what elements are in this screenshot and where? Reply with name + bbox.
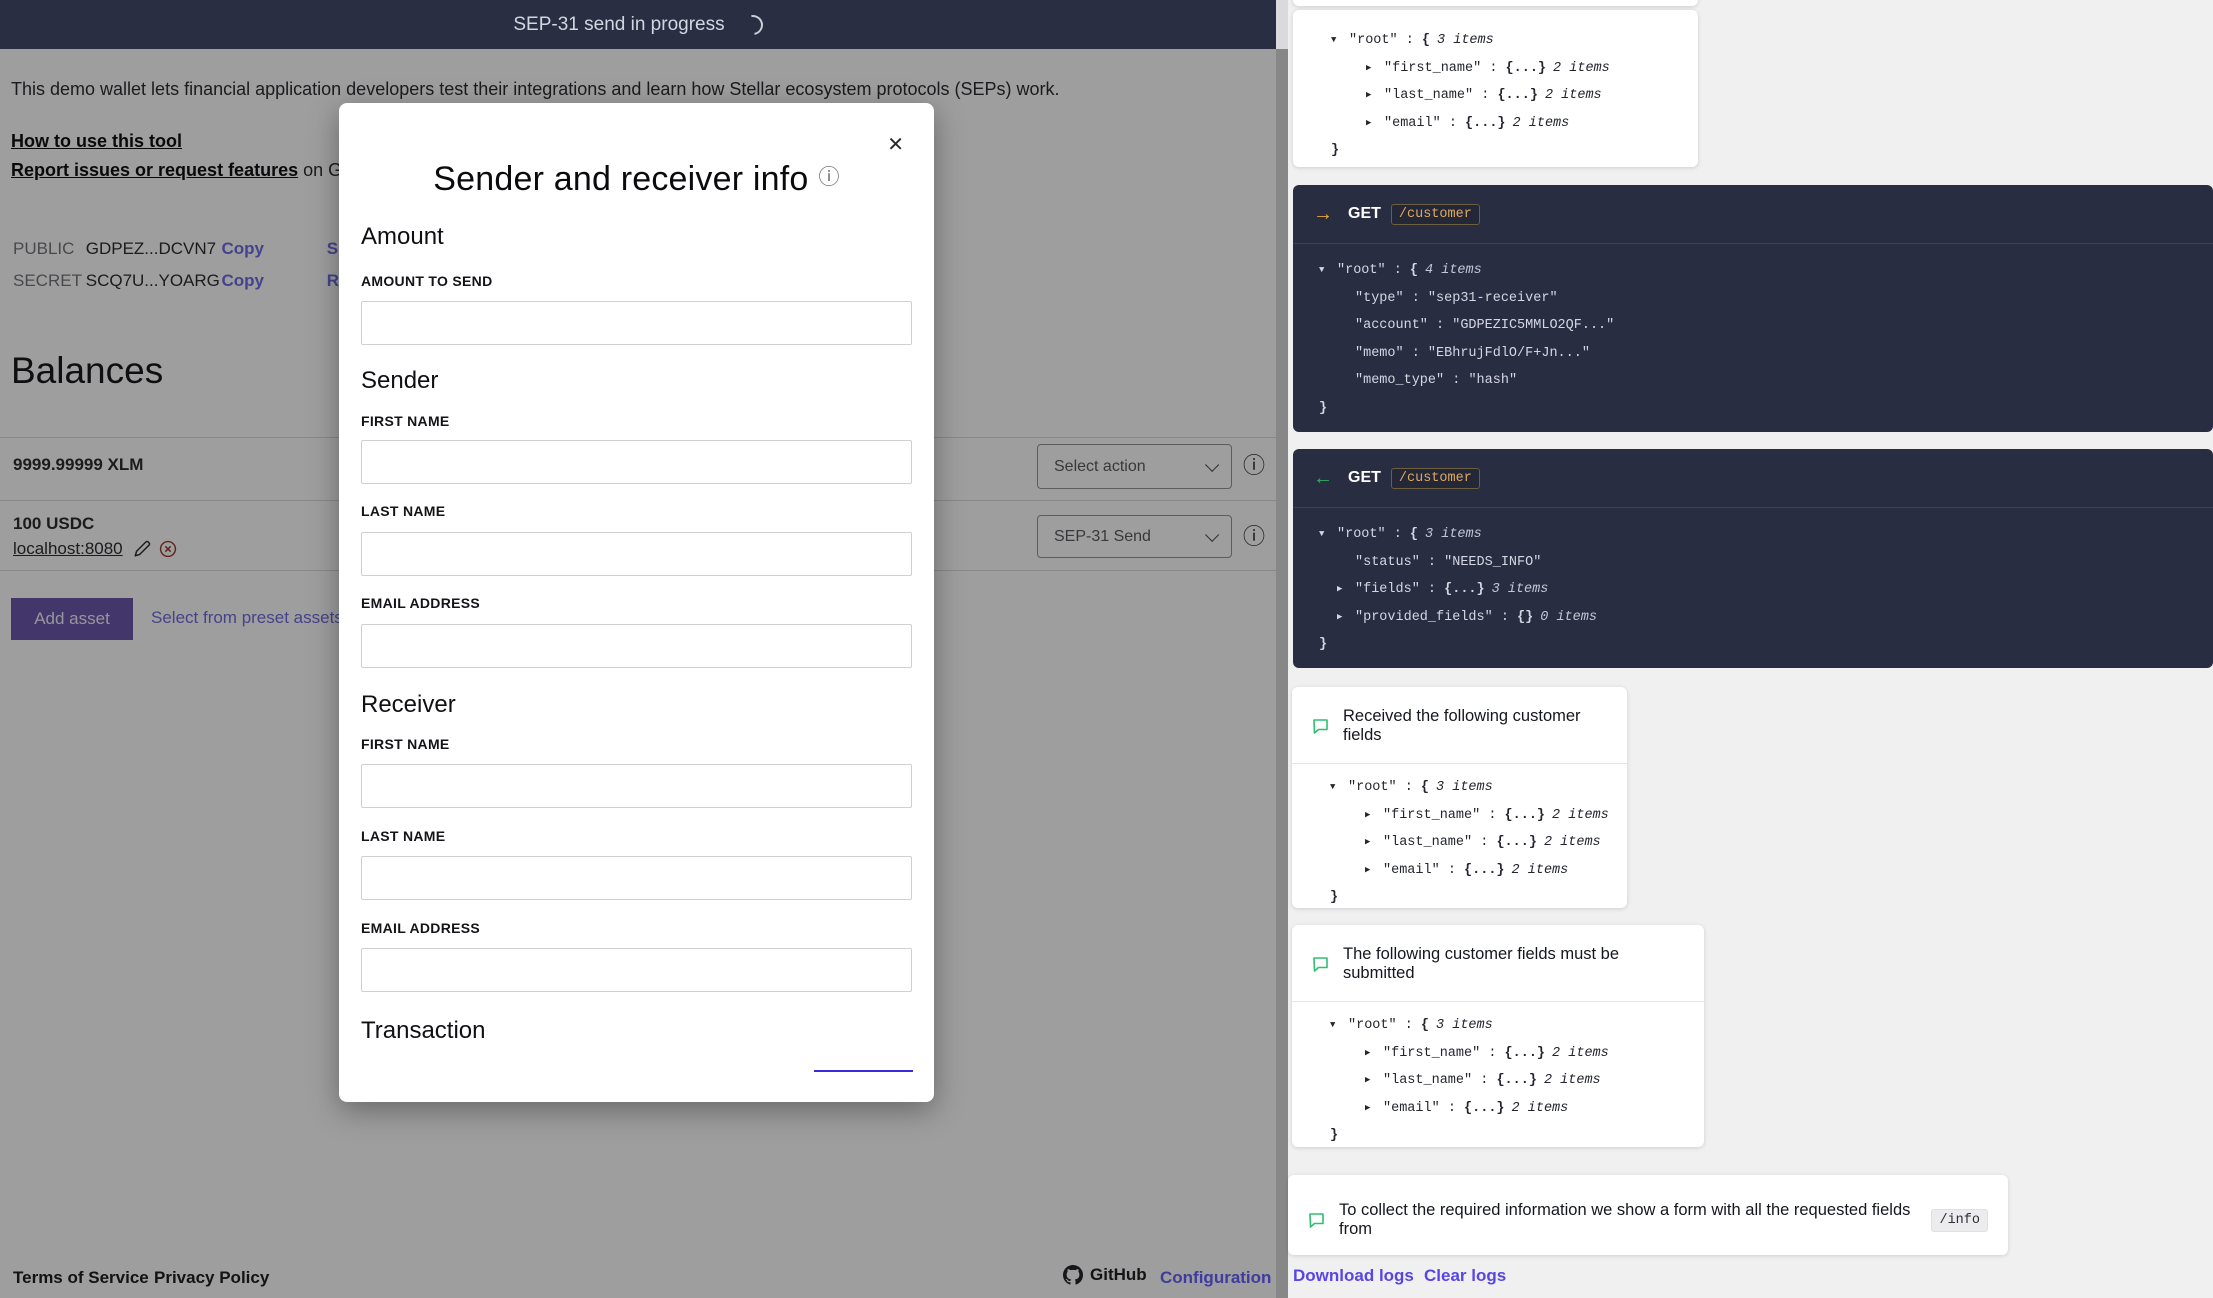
json-key: "root" (1337, 263, 1386, 278)
amount-to-send-label: AMOUNT TO SEND (361, 273, 493, 289)
amount-to-send-input[interactable] (361, 301, 912, 345)
receiver-email-label: EMAIL ADDRESS (361, 920, 480, 936)
collapse-icon[interactable] (1319, 521, 1337, 549)
log-message-text: Received the following customer fields (1343, 707, 1607, 745)
json-key: "account" (1355, 318, 1428, 333)
receiver-email-input[interactable] (361, 948, 912, 992)
incoming-request-arrow-icon: ← (1313, 468, 1333, 488)
json-close-brace: } (1310, 1122, 1686, 1150)
log-card-message-info: To collect the required information we s… (1288, 1175, 2008, 1255)
json-key: "root" (1348, 780, 1397, 795)
json-value: "hash" (1468, 373, 1517, 388)
receiver-first-name-label: FIRST NAME (361, 736, 450, 752)
request-method: GET (1348, 469, 1381, 487)
sender-last-name-label: LAST NAME (361, 503, 445, 519)
json-key: "provided_fields" (1355, 610, 1493, 625)
json-key: "last_name" (1384, 88, 1473, 103)
json-close-brace: } (1311, 395, 2195, 423)
json-key: "type" (1355, 291, 1404, 306)
expand-icon[interactable] (1366, 82, 1384, 110)
json-key: "last_name" (1383, 835, 1472, 850)
expand-icon[interactable] (1366, 110, 1384, 138)
request-path: /customer (1391, 204, 1480, 225)
json-value: "EBhrujFdlO/F+Jn..." (1428, 346, 1590, 361)
json-close-brace: } (1311, 137, 1680, 165)
json-key: "root" (1337, 527, 1386, 542)
expand-icon[interactable] (1337, 576, 1355, 604)
expand-icon[interactable] (1365, 857, 1383, 885)
transaction-section-heading: Transaction (361, 1017, 486, 1045)
request-path: /customer (1391, 468, 1480, 489)
previous-log-card-edge (1293, 0, 1698, 6)
title-info-icon[interactable]: ⓘ (819, 166, 840, 189)
receiver-section-heading: Receiver (361, 691, 456, 719)
chat-bubble-icon (1308, 1212, 1325, 1228)
expand-icon[interactable] (1365, 829, 1383, 857)
chat-bubble-icon (1312, 718, 1329, 734)
modal-title: Sender and receiver info ⓘ (339, 160, 934, 199)
expand-icon[interactable] (1337, 604, 1355, 632)
expand-icon[interactable] (1365, 1095, 1383, 1123)
status-text: SEP-31 send in progress (513, 14, 724, 36)
log-message-text: The following customer fields must be su… (1343, 945, 1684, 983)
close-icon[interactable]: ✕ (881, 131, 910, 158)
sender-last-name-input[interactable] (361, 532, 912, 576)
json-value: "sep31-receiver" (1428, 291, 1558, 306)
log-card-request-out: → GET /customer "root" : {4 items "type"… (1293, 185, 2213, 432)
json-key: "first_name" (1383, 1046, 1480, 1061)
sender-section-heading: Sender (361, 367, 438, 395)
collapse-icon[interactable] (1319, 257, 1337, 285)
expand-icon[interactable] (1365, 1067, 1383, 1095)
expand-icon[interactable] (1365, 1040, 1383, 1068)
sender-first-name-label: FIRST NAME (361, 413, 450, 429)
json-key: "first_name" (1384, 61, 1481, 76)
collapse-icon[interactable] (1331, 27, 1349, 55)
json-key: "status" (1355, 555, 1420, 570)
sender-email-input[interactable] (361, 624, 912, 668)
log-panel: "root" : {3 items "first_name" : {...}2 … (1288, 0, 2213, 1298)
info-endpoint-pill: /info (1931, 1209, 1988, 1232)
json-value: "GDPEZIC5MMLO2QF..." (1452, 318, 1614, 333)
status-bar: SEP-31 send in progress (0, 0, 1276, 49)
collapse-icon[interactable] (1330, 1012, 1348, 1040)
json-key: "root" (1348, 1018, 1397, 1033)
sender-email-label: EMAIL ADDRESS (361, 595, 480, 611)
progress-spinner-icon (739, 11, 767, 39)
partial-button-top-edge (814, 1070, 913, 1072)
download-logs-link[interactable]: Download logs (1293, 1266, 1414, 1286)
modal-title-text: Sender and receiver info (433, 160, 808, 198)
log-card-message-submit: The following customer fields must be su… (1292, 925, 1704, 1147)
log-card-request-in: ← GET /customer "root" : {3 items "statu… (1293, 449, 2213, 668)
receiver-last-name-label: LAST NAME (361, 828, 445, 844)
log-card-fields-json: "root" : {3 items "first_name" : {...}2 … (1293, 10, 1698, 167)
json-key: "root" (1349, 33, 1398, 48)
sender-receiver-modal: ✕ Sender and receiver info ⓘ Amount AMOUN… (339, 103, 934, 1102)
json-key: "email" (1383, 863, 1440, 878)
outgoing-request-arrow-icon: → (1313, 204, 1333, 224)
json-count: 3 items (1430, 33, 1494, 48)
json-key: "email" (1384, 116, 1441, 131)
request-method: GET (1348, 205, 1381, 223)
json-close-brace: } (1311, 631, 2195, 659)
json-key: "last_name" (1383, 1073, 1472, 1088)
json-key: "first_name" (1383, 808, 1480, 823)
chat-bubble-icon (1312, 956, 1329, 972)
expand-icon[interactable] (1365, 802, 1383, 830)
log-card-message-received: Received the following customer fields "… (1292, 687, 1627, 908)
clear-logs-link[interactable]: Clear logs (1424, 1266, 1506, 1286)
expand-icon[interactable] (1366, 55, 1384, 83)
amount-section-heading: Amount (361, 223, 444, 251)
sender-first-name-input[interactable] (361, 440, 912, 484)
json-close-brace: } (1310, 884, 1609, 912)
json-value: "NEEDS_INFO" (1444, 555, 1541, 570)
collapse-icon[interactable] (1330, 774, 1348, 802)
receiver-last-name-input[interactable] (361, 856, 912, 900)
log-message-text: To collect the required information we s… (1339, 1201, 1922, 1239)
json-key: "memo_type" (1355, 373, 1444, 388)
json-key: "fields" (1355, 582, 1420, 597)
receiver-first-name-input[interactable] (361, 764, 912, 808)
json-key: "email" (1383, 1101, 1440, 1116)
json-key: "memo" (1355, 346, 1404, 361)
